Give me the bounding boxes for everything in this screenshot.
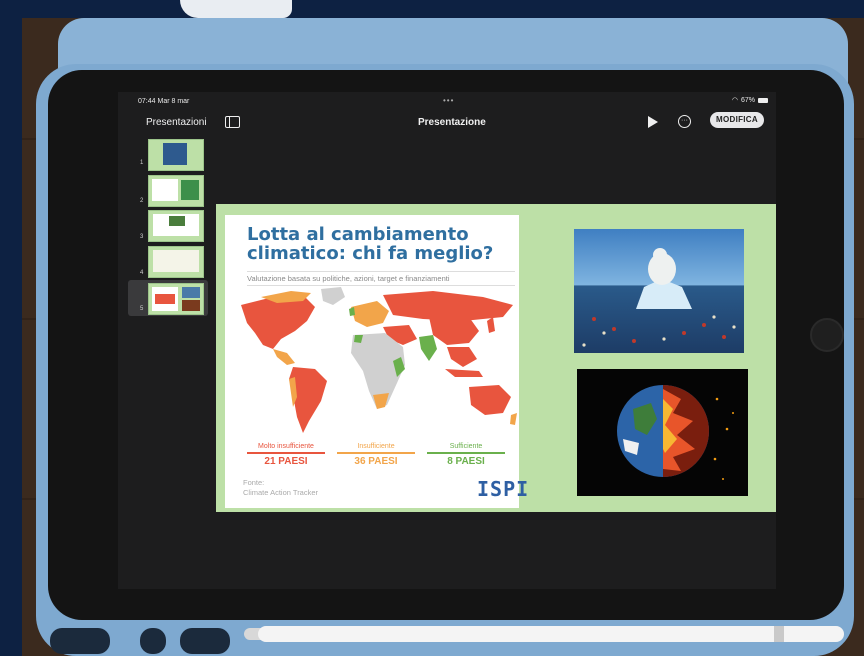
source-note: Fonte: Climate Action Tracker	[243, 478, 318, 498]
legend-item: Sufficiente 8 PAESI	[423, 443, 509, 467]
infographic-card: Lotta al cambiamento climatico: chi fa m…	[225, 215, 528, 508]
map-europe	[351, 301, 389, 327]
map-india	[419, 335, 437, 361]
slide-number: 3	[140, 234, 144, 240]
battery-icon	[758, 97, 768, 103]
slide-navigator: 1 2 3 4 5	[118, 136, 214, 336]
map-japan	[487, 317, 495, 333]
photo-scene: 07:44 Mar 8 mar ••• ◠ 67% Presentazioni …	[0, 0, 864, 656]
slide-number: 5	[140, 306, 144, 312]
legend-label: Insufficiente	[357, 443, 395, 450]
slide-thumbnail-2[interactable]	[148, 175, 204, 207]
legend-bar	[337, 452, 415, 454]
world-map	[241, 287, 517, 433]
status-bar: 07:44 Mar 8 mar ••• ◠ 67%	[118, 92, 776, 110]
more-icon[interactable]: ···	[678, 115, 691, 128]
slide-thumbnail-1[interactable]	[148, 139, 204, 171]
polar-bear-photo	[574, 229, 744, 353]
map-greenland	[321, 287, 345, 305]
slide-thumbnail-3[interactable]	[148, 210, 204, 242]
legend-item: Insufficiente 36 PAESI	[333, 443, 419, 467]
home-button[interactable]	[810, 318, 844, 352]
case-holes	[40, 620, 270, 656]
slide-subtitle: Valutazione basata su politiche, azioni,…	[247, 271, 515, 286]
document-title: Presentazione	[418, 117, 486, 128]
light-glare	[180, 0, 292, 18]
legend-item: Molto insufficiente 21 PAESI	[243, 443, 329, 467]
presentations-back-button[interactable]: Presentazioni	[146, 117, 207, 128]
legend-bar	[427, 452, 505, 454]
tablet-screen: 07:44 Mar 8 mar ••• ◠ 67% Presentazioni …	[118, 92, 776, 589]
legend-label: Molto insufficiente	[258, 443, 314, 450]
slide-canvas[interactable]: Lotta al cambiamento climatico: chi fa m…	[216, 204, 776, 512]
map-australia	[469, 385, 511, 415]
slide-number: 4	[140, 270, 144, 276]
slide-thumbnail-5[interactable]	[148, 283, 204, 315]
play-icon[interactable]	[648, 116, 658, 128]
map-indonesia	[445, 369, 483, 377]
pencil-band	[774, 626, 784, 642]
battery-percent: 67%	[740, 96, 755, 104]
edit-button[interactable]: MODIFICA	[710, 112, 764, 128]
burning-earth-photo	[577, 369, 748, 496]
status-date: Mar 8 mar	[157, 98, 190, 105]
map-africa-south	[373, 393, 389, 409]
map-new-zealand	[510, 413, 517, 425]
source-name: Climate Action Tracker	[243, 488, 319, 497]
slide-thumbnail-4[interactable]	[148, 246, 204, 278]
wifi-icon: ◠	[731, 97, 738, 104]
slide-number: 2	[140, 198, 144, 204]
slide-title: Lotta al cambiamento climatico: chi fa m…	[247, 224, 494, 264]
apple-pencil	[258, 626, 844, 642]
map-china	[429, 317, 479, 345]
map-southeast-asia	[447, 347, 477, 367]
source-label: Fonte:	[243, 478, 265, 487]
status-time: 07:44	[138, 98, 156, 105]
legend-label: Sufficiente	[449, 443, 483, 450]
map-uk	[349, 307, 355, 316]
map-central-america	[273, 349, 295, 365]
toolbar: Presentazioni Presentazione ··· MODIFICA	[118, 110, 776, 136]
legend-count: 21 PAESI	[264, 456, 308, 467]
multitasking-dots[interactable]: •••	[443, 96, 454, 105]
map-north-america	[241, 295, 315, 349]
legend-count: 36 PAESI	[354, 456, 398, 467]
sidebar-toggle-icon[interactable]	[225, 116, 240, 128]
legend-bar	[247, 452, 325, 454]
ispi-logo: ISPI	[477, 477, 530, 501]
slide-number: 1	[140, 160, 144, 166]
legend-count: 8 PAESI	[447, 456, 485, 467]
map-russia	[383, 291, 513, 321]
